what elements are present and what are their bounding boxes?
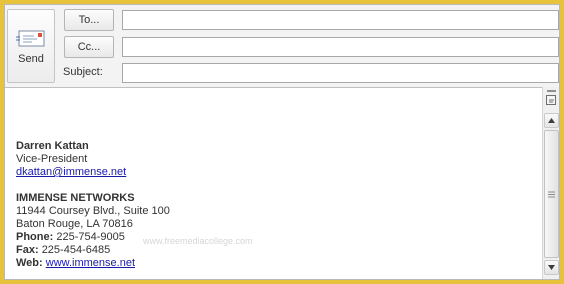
send-button[interactable]: Send — [7, 9, 55, 83]
fax-label: Fax: — [16, 244, 39, 256]
view-ruler-icon[interactable] — [545, 89, 558, 107]
signature-address-line1: 11944 Coursey Blvd., Suite 100 — [16, 205, 170, 217]
grip-icon — [548, 191, 555, 197]
signature-address-line2: Baton Rouge, LA 70816 — [16, 218, 133, 230]
scroll-down-button[interactable] — [544, 260, 559, 275]
send-label: Send — [18, 53, 44, 65]
signature-web-row: Web: www.immense.net — [16, 257, 170, 270]
compose-window: Send To... Cc... Subject: Darren Kattan … — [4, 4, 560, 280]
web-label: Web: — [16, 257, 43, 269]
signature-company: IMMENSE NETWORKS — [16, 192, 135, 204]
watermark-text: www.freemediacollege.com — [143, 236, 253, 246]
message-body[interactable]: Darren Kattan Vice-President dkattan@imm… — [5, 87, 542, 279]
signature-name: Darren Kattan — [16, 140, 89, 152]
phone-label: Phone: — [16, 231, 54, 243]
scroll-up-button[interactable] — [544, 113, 559, 128]
signature-title: Vice-President — [16, 153, 88, 165]
vertical-scrollbar[interactable] — [542, 87, 559, 279]
cc-field[interactable] — [122, 37, 559, 57]
phone-value: 225-754-9005 — [56, 231, 125, 243]
scroll-down-arrow-icon — [548, 265, 555, 270]
signature-email-link[interactable]: dkattan@immense.net — [16, 166, 126, 178]
subject-field[interactable] — [122, 63, 559, 83]
subject-label: Subject: — [63, 66, 103, 78]
envelope-send-icon — [16, 30, 45, 47]
scroll-up-arrow-icon — [548, 118, 555, 123]
to-button[interactable]: To... — [64, 9, 114, 31]
web-link[interactable]: www.immense.net — [46, 257, 135, 269]
cc-button[interactable]: Cc... — [64, 36, 114, 58]
email-signature: Darren Kattan Vice-President dkattan@imm… — [16, 140, 170, 270]
to-field[interactable] — [122, 10, 559, 30]
fax-value: 225-454-6485 — [41, 244, 111, 256]
scrollbar-thumb[interactable] — [544, 130, 559, 258]
message-header: Send To... Cc... Subject: — [5, 5, 559, 87]
